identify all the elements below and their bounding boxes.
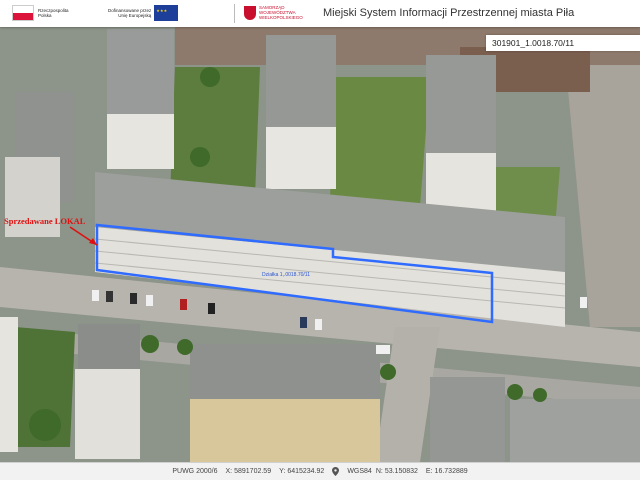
coord-system: PUWG 2000/6	[172, 468, 218, 475]
aerial-map[interactable]: Działka 1,.0018.70/11 Sprzedawane LOKAL	[0, 27, 640, 462]
n-label: N:	[375, 468, 383, 475]
logo-rzeczpospolita: Rzeczpospolita Polska	[12, 5, 69, 21]
logo-wojewodztwo: SAMORZĄD WOJEWÓDZTWA WIELKOPOLSKIEGO	[244, 5, 303, 20]
app-title: Miejski System Informacji Przestrzennej …	[323, 7, 575, 19]
x-value: 5891702.59	[234, 468, 272, 475]
wgs-label: WGS84	[347, 468, 372, 475]
block-bottom-center	[190, 344, 380, 462]
logo-woj-line3: WIELKOPOLSKIEGO	[259, 15, 303, 20]
e-value: 16.732889	[434, 468, 468, 475]
block-edge-left	[0, 317, 18, 452]
logo-rp-line2: Polska	[38, 13, 52, 18]
header-divider	[234, 4, 235, 23]
green-area-2	[330, 77, 430, 207]
e-label: E:	[425, 468, 433, 475]
location-pin-icon	[332, 467, 340, 476]
block-right	[426, 55, 496, 211]
map-view[interactable]: Działka 1,.0018.70/11 Sprzedawane LOKAL	[0, 27, 640, 462]
app-header: Rzeczpospolita Polska Dofinansowane prze…	[0, 0, 640, 27]
block-middle	[266, 35, 336, 189]
parcel-id-label: 301901_1.0018.70/11	[486, 35, 640, 51]
crest-icon	[244, 5, 256, 20]
y-label: Y:	[279, 468, 286, 475]
block-bottom-left	[75, 324, 140, 459]
parcel-area-label: Działka 1,.0018.70/11	[262, 272, 310, 278]
y-value: 6415234.92	[287, 468, 325, 475]
x-label: X:	[225, 468, 233, 475]
annotation-label: Sprzedawane LOKAL	[4, 216, 86, 226]
green-area-1	[170, 67, 260, 197]
n-value: 53.150832	[384, 468, 418, 475]
logo-ue-line2: Unię Europejską	[118, 13, 152, 18]
logo-eu: Dofinansowane przez Unię Europejską	[108, 5, 179, 21]
coordinates-bar: PUWG 2000/6 X: 5891702.59 Y: 6415234.92 …	[0, 462, 640, 480]
polish-flag-icon	[12, 5, 34, 21]
eu-flag-icon	[154, 5, 179, 21]
block-left	[107, 29, 174, 169]
